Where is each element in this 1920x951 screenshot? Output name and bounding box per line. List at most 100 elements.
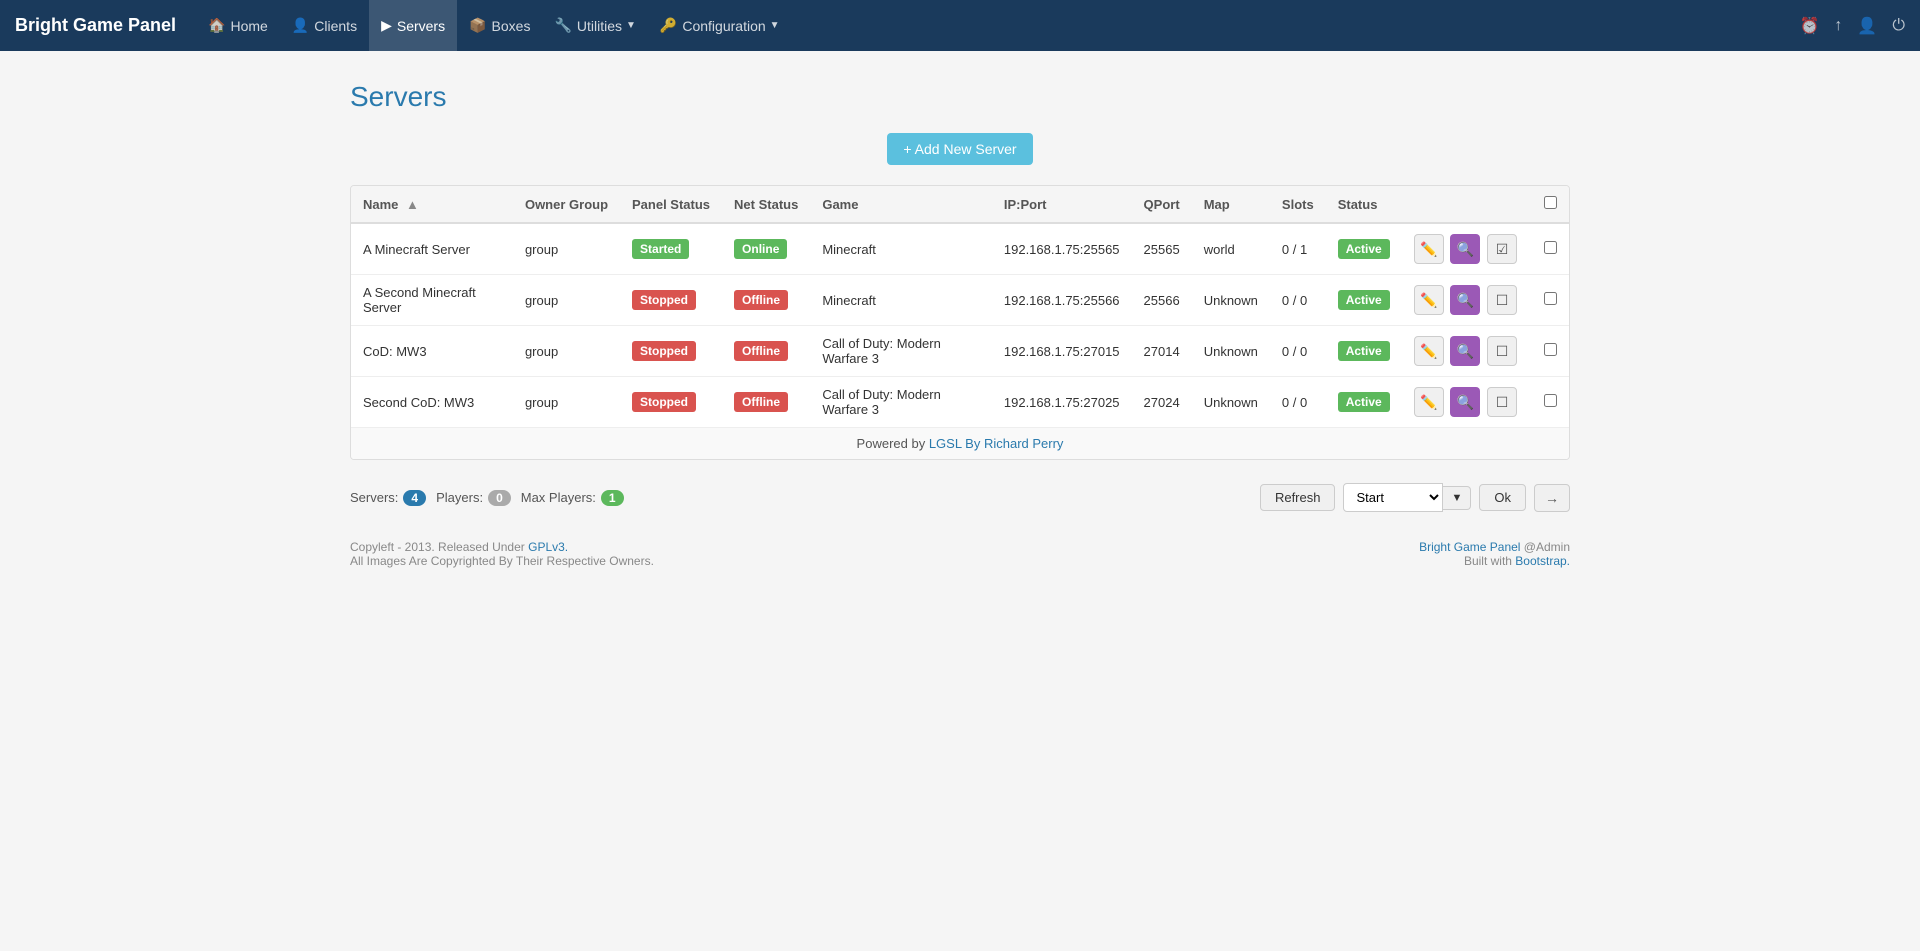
cell-slots: 0 / 0 <box>1270 377 1326 428</box>
edit-button[interactable]: ✏️ <box>1414 387 1444 417</box>
footer-actions: Refresh Start Stop Restart Delete ▼ Ok → <box>1260 483 1570 512</box>
ok-button[interactable]: Ok <box>1479 484 1526 511</box>
table-header: Name ▲ Owner Group Panel Status Net Stat… <box>351 186 1569 223</box>
delete-button[interactable]: ☐ <box>1487 336 1517 366</box>
utilities-dropdown-icon: ▼ <box>626 20 636 31</box>
copyright-line: Copyleft - 2013. Released Under GPLv3. <box>350 540 654 554</box>
cell-status: Active <box>1326 275 1402 326</box>
panel-status-badge: Started <box>632 239 689 259</box>
cell-ip-port: 192.168.1.75:27015 <box>992 326 1132 377</box>
powered-by: Powered by LGSL By Richard Perry <box>351 427 1569 459</box>
upload-icon[interactable]: ↑ <box>1834 17 1842 35</box>
configuration-dropdown-icon: ▼ <box>770 20 780 31</box>
cell-ip-port: 192.168.1.75:25565 <box>992 223 1132 275</box>
view-button[interactable]: 🔍 <box>1450 234 1480 264</box>
add-server-wrapper: + Add New Server <box>350 133 1570 165</box>
table-row: A Second Minecraft Server group Stopped … <box>351 275 1569 326</box>
select-all-checkbox[interactable] <box>1544 196 1557 209</box>
configuration-icon: 🔑 <box>660 17 677 34</box>
panel-status-badge: Stopped <box>632 290 696 310</box>
view-button[interactable]: 🔍 <box>1450 336 1480 366</box>
servers-stat: Servers: 4 <box>350 490 426 506</box>
brand[interactable]: Bright Game Panel <box>15 15 176 36</box>
col-slots: Slots <box>1270 186 1326 223</box>
brand-footer-link[interactable]: Bright Game Panel <box>1419 540 1520 554</box>
cell-status: Active <box>1326 326 1402 377</box>
power-icon[interactable]: ⏻ <box>1892 17 1905 35</box>
navbar: Bright Game Panel 🏠 Home 👤 Clients ▶ Ser… <box>0 0 1920 51</box>
cell-name: A Minecraft Server <box>351 223 513 275</box>
panel-status-badge: Stopped <box>632 341 696 361</box>
cell-owner-group: group <box>513 275 620 326</box>
cell-ip-port: 192.168.1.75:25566 <box>992 275 1132 326</box>
clock-icon[interactable]: ⏰ <box>1800 16 1820 36</box>
edit-button[interactable]: ✏️ <box>1414 336 1444 366</box>
cell-panel-status: Stopped <box>620 326 722 377</box>
add-server-button[interactable]: + Add New Server <box>887 133 1032 165</box>
delete-button[interactable]: ☐ <box>1487 285 1517 315</box>
cell-checkbox <box>1532 377 1569 428</box>
nav-configuration[interactable]: 🔑 Configuration ▼ <box>648 0 792 51</box>
cell-net-status: Online <box>722 223 810 275</box>
view-button[interactable]: 🔍 <box>1450 387 1480 417</box>
edit-button[interactable]: ✏️ <box>1414 285 1444 315</box>
page-content: Servers + Add New Server Name ▲ Owner Gr… <box>310 51 1610 598</box>
cell-qport: 25565 <box>1132 223 1192 275</box>
view-button[interactable]: 🔍 <box>1450 285 1480 315</box>
cell-actions: ✏️ 🔍 ☐ <box>1402 377 1532 428</box>
nav-clients[interactable]: 👤 Clients <box>280 0 369 51</box>
cell-qport: 25566 <box>1132 275 1192 326</box>
brand-admin-line: Bright Game Panel @Admin <box>1419 540 1570 554</box>
nav-servers[interactable]: ▶ Servers <box>369 0 457 51</box>
cell-qport: 27014 <box>1132 326 1192 377</box>
row-checkbox[interactable] <box>1544 241 1557 254</box>
refresh-button[interactable]: Refresh <box>1260 484 1336 511</box>
net-status-badge: Offline <box>734 392 788 412</box>
action-select-wrapper: Start Stop Restart Delete ▼ <box>1343 483 1471 512</box>
cell-actions: ✏️ 🔍 ☐ <box>1402 275 1532 326</box>
user-icon[interactable]: 👤 <box>1857 16 1877 36</box>
nav-utilities[interactable]: 🔧 Utilities ▼ <box>542 0 647 51</box>
action-select[interactable]: Start Stop Restart Delete <box>1343 483 1443 512</box>
net-status-badge: Offline <box>734 341 788 361</box>
action-arrow-button[interactable]: → <box>1534 484 1570 512</box>
cell-panel-status: Stopped <box>620 377 722 428</box>
cell-status: Active <box>1326 377 1402 428</box>
nav-boxes[interactable]: 📦 Boxes <box>457 0 542 51</box>
footer-right: Bright Game Panel @Admin Built with Boot… <box>1419 540 1570 568</box>
cell-name: CoD: MW3 <box>351 326 513 377</box>
action-select-dropdown-icon[interactable]: ▼ <box>1443 486 1471 510</box>
row-checkbox[interactable] <box>1544 292 1557 305</box>
bootstrap-link[interactable]: Bootstrap. <box>1515 554 1570 568</box>
cell-owner-group: group <box>513 377 620 428</box>
cell-name: A Second Minecraft Server <box>351 275 513 326</box>
table-row: A Minecraft Server group Started Online … <box>351 223 1569 275</box>
cell-panel-status: Started <box>620 223 722 275</box>
max-players-stat: Max Players: 1 <box>521 490 624 506</box>
cell-actions: ✏️ 🔍 ☐ <box>1402 326 1532 377</box>
col-game: Game <box>810 186 992 223</box>
servers-icon: ▶ <box>381 17 392 34</box>
row-checkbox[interactable] <box>1544 343 1557 356</box>
status-badge: Active <box>1338 341 1390 361</box>
status-badge: Active <box>1338 239 1390 259</box>
players-count: 0 <box>488 490 511 506</box>
max-players-count: 1 <box>601 490 624 506</box>
players-stat: Players: 0 <box>436 490 511 506</box>
cell-slots: 0 / 1 <box>1270 223 1326 275</box>
cell-name: Second CoD: MW3 <box>351 377 513 428</box>
cell-map: world <box>1192 223 1270 275</box>
nav-home[interactable]: 🏠 Home <box>196 0 280 51</box>
cell-ip-port: 192.168.1.75:27025 <box>992 377 1132 428</box>
gpl-link[interactable]: GPLv3. <box>528 540 568 554</box>
row-checkbox[interactable] <box>1544 394 1557 407</box>
nav-right: ⏰ ↑ 👤 ⏻ <box>1800 16 1906 36</box>
cell-game: Minecraft <box>810 223 992 275</box>
lgsl-link[interactable]: LGSL By Richard Perry <box>929 436 1064 451</box>
check-button[interactable]: ☑ <box>1487 234 1517 264</box>
edit-button[interactable]: ✏️ <box>1414 234 1444 264</box>
footer-bar: Servers: 4 Players: 0 Max Players: 1 Ref… <box>350 475 1570 520</box>
col-name[interactable]: Name ▲ <box>351 186 513 223</box>
cell-checkbox <box>1532 326 1569 377</box>
delete-button[interactable]: ☐ <box>1487 387 1517 417</box>
